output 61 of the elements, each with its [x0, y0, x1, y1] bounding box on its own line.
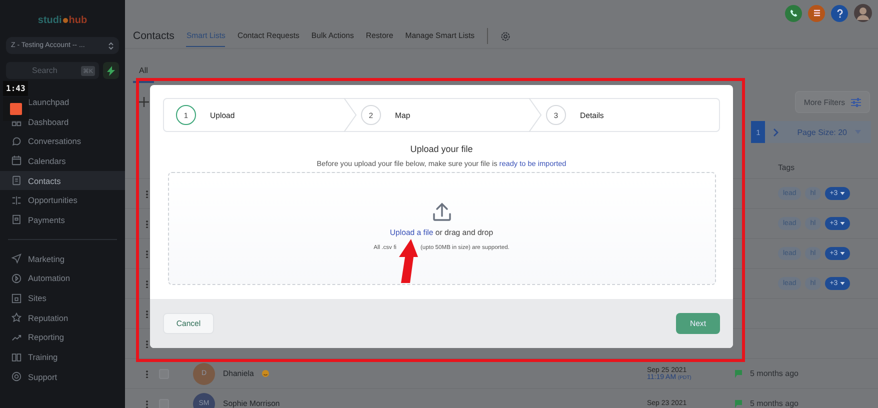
settings-icon[interactable] [500, 30, 511, 42]
drag-handle-icon[interactable] [146, 280, 148, 288]
nav-icon [11, 292, 22, 304]
nav-item[interactable]: Automation [0, 268, 125, 288]
drag-handle-icon[interactable] [146, 190, 148, 198]
drag-handle-icon[interactable] [146, 400, 148, 408]
annotation-arrow [398, 239, 418, 283]
dialog-title: Upload your file [410, 144, 473, 154]
question-mark-icon [836, 8, 844, 18]
nav-item[interactable]: Marketing [0, 248, 125, 268]
drag-handle-icon[interactable] [146, 340, 148, 348]
phone-icon [790, 9, 798, 17]
nav-item[interactable]: Conversations [0, 131, 125, 152]
page-title: Contacts [133, 30, 174, 42]
nav-item[interactable]: Contacts [0, 170, 125, 190]
nav-item[interactable]: Opportunities [0, 190, 125, 210]
nav-icon [11, 312, 22, 324]
nav-item[interactable]: Reputation [0, 308, 125, 328]
drag-handle-icon[interactable] [146, 220, 148, 228]
list-icon [812, 9, 820, 17]
nav-item[interactable]: Payments [0, 210, 125, 230]
caret-icon [840, 282, 845, 285]
chevron-updown-icon [108, 40, 114, 50]
nav-icon [11, 136, 22, 147]
caret-icon [840, 192, 845, 195]
lightning-icon [107, 66, 115, 76]
add-icon[interactable] [139, 97, 149, 107]
help-button[interactable] [831, 4, 848, 22]
logo: studi hub [38, 14, 88, 28]
message-icon [735, 370, 742, 378]
nav-item[interactable]: Support [0, 366, 125, 387]
message-icon [735, 400, 742, 408]
nav-icon [11, 194, 22, 206]
drag-handle-icon[interactable] [146, 310, 148, 318]
nav-icon [11, 214, 22, 226]
activity-text: 5 months ago [750, 369, 800, 378]
video-timestamp: 1:43 [3, 81, 28, 96]
nav-item[interactable]: Reporting [0, 328, 125, 348]
avatar[interactable] [854, 4, 872, 22]
caret-icon [840, 252, 845, 255]
nav-icon [11, 175, 22, 186]
quick-action-button[interactable] [103, 62, 119, 79]
tab[interactable]: All [133, 66, 154, 83]
record-button[interactable] [3, 97, 29, 121]
activity-text: 5 months ago [750, 399, 800, 408]
nav-item[interactable]: Training [0, 347, 125, 367]
drag-handle-icon[interactable] [146, 370, 148, 378]
phone-button[interactable] [785, 4, 802, 22]
nav-icon [11, 352, 22, 363]
chevron-right-icon[interactable] [773, 128, 780, 136]
list-button[interactable] [808, 4, 825, 22]
sliders-icon [851, 98, 861, 106]
nav-icon [11, 155, 22, 166]
nav-icon [11, 253, 22, 264]
caret-icon [840, 222, 845, 225]
nav-icon [11, 272, 22, 284]
nav-item[interactable]: Sites [0, 288, 125, 308]
nav-icon [11, 371, 22, 382]
upload-icon [432, 202, 452, 222]
nav-item[interactable]: Calendars [0, 151, 125, 171]
drag-handle-icon[interactable] [146, 250, 148, 258]
